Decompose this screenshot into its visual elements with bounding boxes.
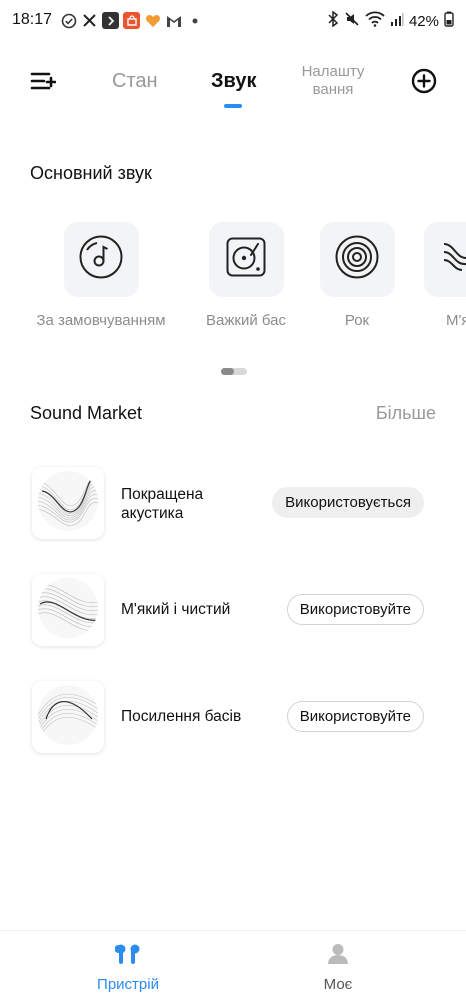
profile-icon [327, 944, 349, 969]
in-use-button[interactable]: Використовується [272, 487, 424, 518]
market-item-name: М'який і чистий [121, 601, 231, 618]
market-item-name: Посилення басів [121, 708, 242, 725]
eq-tile [319, 222, 395, 297]
eq-preset-rock[interactable]: Рок [307, 222, 407, 329]
use-button[interactable]: Використовуйте [286, 701, 424, 732]
status-bar: 18:17 42% [0, 0, 466, 42]
enhanced-acoustics-wave-icon [36, 469, 100, 538]
market-item[interactable]: Посилення басів Використовуйте [0, 681, 466, 753]
eq-presets-carousel[interactable]: За замовчуванням Важкий бас Рок М'я [0, 222, 466, 342]
bluetooth-icon [327, 10, 339, 31]
chevron-app-icon [102, 12, 119, 29]
x-logo-icon [81, 12, 98, 29]
main-sound-title: Основний звук [30, 163, 152, 183]
eq-preset-label: Важкий бас [206, 312, 286, 329]
earbuds-icon [114, 944, 141, 969]
eq-preset-label: Рок [344, 312, 370, 329]
check-circle-icon [60, 12, 77, 29]
eq-preset-label: За замовчуванням [36, 312, 166, 329]
system-status: 42% [327, 10, 454, 31]
eq-tile [63, 222, 139, 297]
notification-icons [60, 12, 203, 29]
gmail-icon [165, 12, 182, 29]
soft-clear-wave-icon [36, 576, 100, 645]
sound-market-more-link[interactable]: Більше [376, 403, 436, 424]
market-item[interactable]: М'який і чистий Використовуйте [0, 574, 466, 646]
nav-device[interactable]: Пристрій [78, 943, 178, 993]
eq-preset-soft[interactable]: М'як [411, 222, 466, 329]
battery-level: 42% [408, 12, 439, 30]
status-time: 18:17 [12, 11, 53, 28]
heart-app-icon [144, 12, 161, 29]
market-item-thumbnail [32, 681, 104, 753]
bass-boost-wave-icon [36, 683, 100, 752]
page-indicator-active [221, 368, 234, 375]
mute-icon [344, 11, 360, 31]
sound-market-title: Sound Market [30, 403, 143, 423]
shopping-app-icon [123, 12, 140, 29]
use-button[interactable]: Використовуйте [286, 594, 424, 625]
active-tab-indicator [224, 104, 242, 108]
nav-device-label: Пристрій [97, 976, 159, 993]
market-item-thumbnail [32, 574, 104, 646]
device-list-icon[interactable] [30, 69, 57, 93]
vinyl-record-icon [334, 234, 380, 285]
nav-mine[interactable]: Моє [288, 943, 388, 993]
top-navigation: Стан Звук Налашту вання [0, 55, 466, 115]
dot-icon [186, 12, 203, 29]
eq-preset-default[interactable]: За замовчуванням [26, 222, 176, 329]
signal-icon [390, 12, 404, 31]
carousel-page-indicator [221, 368, 247, 375]
nav-mine-label: Моє [323, 976, 353, 993]
soft-waves-icon [438, 234, 466, 285]
wifi-icon [365, 11, 385, 31]
battery-icon [444, 11, 454, 31]
tab-state[interactable]: Стан [112, 70, 158, 93]
add-circle-icon[interactable] [411, 68, 437, 94]
market-item-thumbnail [32, 467, 104, 539]
bottom-navigation: Пристрій Моє [0, 930, 466, 1000]
music-note-disc-icon [78, 234, 124, 285]
eq-preset-heavy-bass[interactable]: Важкий бас [196, 222, 296, 329]
eq-tile [208, 222, 284, 297]
tab-sound[interactable]: Звук [211, 70, 256, 93]
tab-settings[interactable]: Налашту вання [298, 63, 368, 99]
market-item[interactable]: Покращена акустика Використовується [0, 467, 466, 539]
eq-preset-label: М'як [445, 312, 466, 329]
market-item-name: Покращена акустика [121, 486, 204, 522]
eq-tile [423, 222, 466, 297]
turntable-icon [225, 236, 267, 283]
